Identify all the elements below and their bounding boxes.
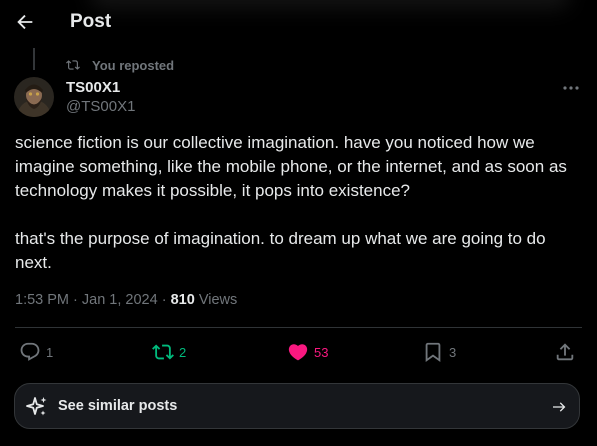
reply-icon: [20, 342, 40, 361]
arrow-right-icon: [553, 402, 566, 412]
back-arrow-icon[interactable]: [14, 11, 36, 33]
divider: [15, 327, 582, 328]
meta-separator: ·: [161, 292, 171, 308]
repost-count: 2: [179, 344, 187, 360]
bookmark-count: 3: [449, 344, 457, 360]
post-time[interactable]: 1:53 PM: [15, 292, 69, 308]
reply-count: 1: [46, 344, 54, 360]
meta-separator: ·: [73, 292, 82, 308]
bookmark-button[interactable]: 3: [422, 340, 456, 364]
see-similar-posts-button[interactable]: See similar posts: [14, 383, 580, 429]
author-handle[interactable]: @TS00X1: [66, 98, 135, 115]
repost-context-label: You reposted: [92, 57, 175, 73]
post-date[interactable]: Jan 1, 2024: [82, 292, 158, 308]
avatar-image: [14, 77, 54, 117]
avatar[interactable]: [14, 77, 54, 117]
repost-context[interactable]: You reposted: [66, 57, 174, 73]
repost-icon: [66, 60, 80, 70]
bookmark-icon: [425, 342, 441, 363]
heart-icon: [288, 344, 308, 361]
reply-button[interactable]: 1: [19, 340, 53, 364]
share-button[interactable]: [554, 340, 576, 364]
like-button[interactable]: 53: [287, 340, 328, 364]
thread-line: [33, 48, 35, 70]
post-meta: 1:53 PM · Jan 1, 2024 · 810 Views: [15, 292, 237, 308]
header-glow: [90, 0, 570, 8]
like-count: 53: [314, 344, 329, 360]
see-similar-posts-label: See similar posts: [58, 398, 178, 414]
share-icon: [556, 343, 574, 361]
views-label: Views: [198, 292, 238, 308]
author-name[interactable]: TS00X1: [66, 79, 120, 96]
post-text: science fiction is our collective imagin…: [15, 133, 567, 272]
views-count: 810: [170, 292, 195, 308]
repost-button[interactable]: 2: [152, 340, 186, 364]
page-title: Post: [70, 11, 112, 32]
more-icon[interactable]: [560, 80, 582, 96]
repost-icon: [152, 344, 174, 360]
page-header: Post: [0, 0, 597, 46]
sparkle-icon: [26, 397, 47, 416]
